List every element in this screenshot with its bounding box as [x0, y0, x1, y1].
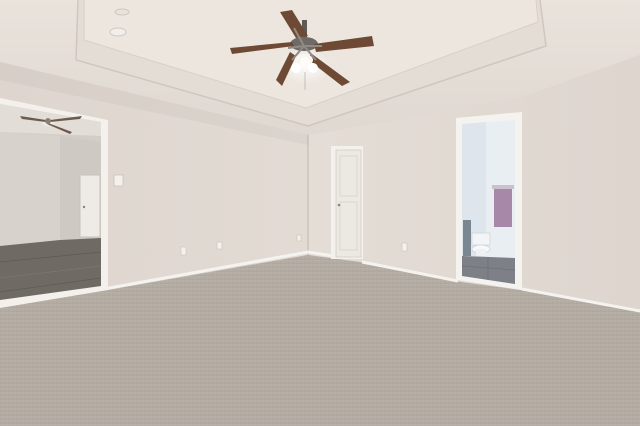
closet-door [331, 146, 363, 259]
bathroom-doorway [456, 112, 522, 290]
wall-outlet [216, 241, 223, 250]
light-switch [113, 174, 124, 187]
wall-outlet [401, 242, 408, 252]
left-doorway [0, 98, 108, 308]
wall-outlet [296, 234, 302, 242]
adjacent-room-door [79, 174, 101, 238]
towel [494, 187, 512, 227]
wall-outlet [180, 246, 187, 256]
room-photo [0, 0, 640, 426]
smoke-detector [109, 27, 127, 37]
